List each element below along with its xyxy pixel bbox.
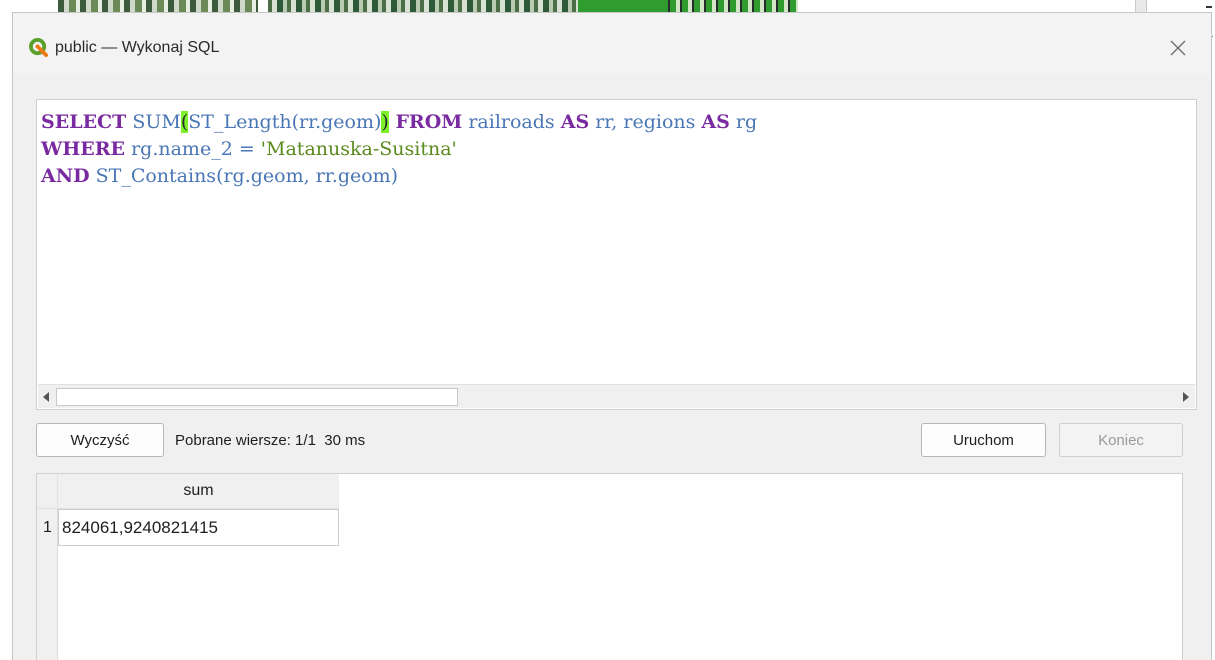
- column-header-sum[interactable]: sum: [58, 474, 339, 509]
- where-condition: rg.name_2 =: [125, 138, 261, 160]
- titlebar: public — Wykonaj SQL: [13, 13, 1211, 75]
- table-railroads: railroads: [462, 111, 561, 133]
- arrow-left-icon: [43, 392, 49, 402]
- arrow-right-icon: [1183, 392, 1189, 402]
- keyword-select: SELECT: [41, 111, 127, 133]
- table-regions: rr, regions: [589, 111, 702, 133]
- background-scrollbar: [1135, 0, 1147, 12]
- function-sum: SUM: [126, 111, 181, 133]
- scroll-right-button[interactable]: [1177, 385, 1195, 409]
- background-mark: [1206, 6, 1212, 8]
- table-cell[interactable]: 824061,9240821415: [58, 509, 339, 546]
- map-feature: [578, 0, 668, 12]
- horizontal-scrollbar[interactable]: [38, 384, 1195, 408]
- sql-code[interactable]: SELECT SUM(ST_Length(rr.geom)) FROM rail…: [41, 109, 757, 190]
- stop-button: Koniec: [1059, 423, 1183, 457]
- alias-rg: rg: [729, 111, 758, 133]
- map-feature: [668, 0, 798, 12]
- sql-dialog-window: public — Wykonaj SQL SELECT SUM(ST_Lengt…: [12, 12, 1212, 660]
- results-table[interactable]: sum 1 824061,9240821415: [36, 473, 1183, 660]
- clear-button[interactable]: Wyczyść: [36, 423, 164, 457]
- status-text: Pobrane wiersze: 1/1 30 ms: [175, 432, 366, 449]
- qgis-logo-icon: [29, 38, 48, 57]
- keyword-and: AND: [41, 165, 90, 187]
- keyword-where: WHERE: [41, 138, 126, 160]
- function-st-length: ST_Length(rr.geom): [188, 111, 382, 133]
- function-st-contains: ST_Contains(rg.geom, rr.geom): [89, 165, 399, 187]
- close-icon[interactable]: [1163, 33, 1193, 63]
- code-line-2: WHERE rg.name_2 = 'Matanuska-Susitna': [41, 136, 757, 163]
- code-line-3: AND ST_Contains(rg.geom, rr.geom): [41, 163, 757, 190]
- background-map-strip: [0, 0, 1215, 12]
- map-feature: [58, 0, 258, 12]
- sql-editor[interactable]: SELECT SUM(ST_Length(rr.geom)) FROM rail…: [36, 99, 1197, 410]
- string-literal: 'Matanuska-Susitna': [260, 138, 457, 160]
- table-corner[interactable]: [37, 474, 58, 509]
- keyword-from: FROM: [388, 111, 463, 133]
- scroll-left-button[interactable]: [38, 385, 56, 409]
- scrollbar-thumb[interactable]: [56, 388, 458, 406]
- map-feature: [268, 0, 578, 12]
- keyword-as: AS: [701, 111, 730, 133]
- row-header[interactable]: 1: [37, 509, 58, 546]
- window-title: public — Wykonaj SQL: [55, 39, 220, 56]
- code-line-1: SELECT SUM(ST_Length(rr.geom)) FROM rail…: [41, 109, 757, 136]
- keyword-as: AS: [560, 111, 590, 133]
- run-button[interactable]: Uruchom: [921, 423, 1046, 457]
- bracket-match-close: ): [381, 111, 389, 133]
